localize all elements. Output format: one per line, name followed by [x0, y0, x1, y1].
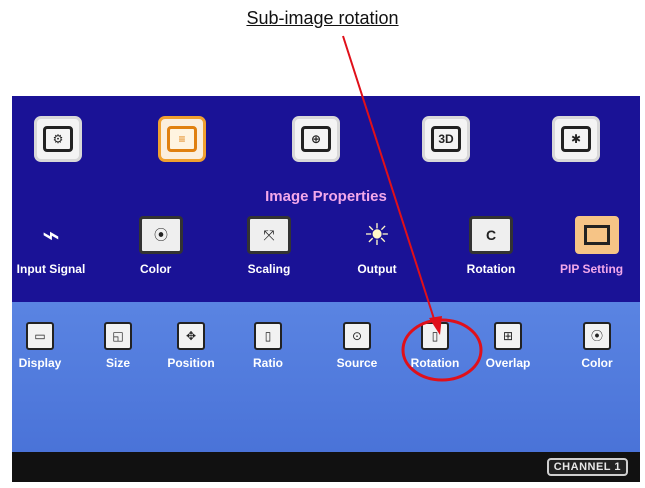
status-bar: CHANNEL 1	[12, 452, 640, 482]
category-pip-setting[interactable]: PIP Setting	[552, 216, 640, 276]
globe-icon[interactable]: ⊕	[292, 116, 340, 162]
submenu-rotation[interactable]: ▯ Rotation	[399, 322, 471, 370]
submenu-label: Ratio	[253, 356, 283, 370]
category-label: Input Signal	[16, 262, 86, 276]
category-color[interactable]: ⦿ Color	[116, 216, 206, 276]
gear-icon[interactable]: ✱	[552, 116, 600, 162]
category-label: Output	[357, 262, 397, 276]
submenu-color[interactable]: ⦿ Color	[561, 322, 633, 370]
top-menu: ⚙ ≡ ⊕ 3D ✱	[12, 116, 640, 176]
submenu-label: Source	[336, 356, 378, 370]
rotation-icon: C	[469, 216, 513, 254]
submenu-ratio[interactable]: ▯ Ratio	[232, 322, 304, 370]
category-label: Rotation	[466, 262, 516, 276]
category-label: Scaling	[247, 262, 291, 276]
pip-window-icon	[575, 216, 619, 254]
submenu-label: Overlap	[485, 356, 531, 370]
channel-indicator: CHANNEL 1	[546, 458, 628, 476]
category-output[interactable]: ☀ Output	[332, 216, 422, 277]
submenu-display[interactable]: ▭ Display	[12, 322, 76, 370]
category-label: Color	[140, 262, 172, 276]
size-icon: ◱	[104, 322, 132, 350]
annotation-caption: Sub-image rotation	[246, 8, 399, 28]
pip-submenu: ▭ Display ◱ Size ✥ Position ▯ Ratio ⊙ So…	[12, 302, 640, 452]
submenu-label: Color	[581, 356, 613, 370]
slider-bars-icon[interactable]: ≡	[158, 116, 206, 162]
submenu-size[interactable]: ◱ Size	[82, 322, 154, 370]
category-label: PIP Setting	[560, 262, 624, 276]
submenu-label: Rotation	[410, 356, 460, 370]
color-dots-icon: ⦿	[139, 216, 183, 254]
osd-screen: ⚙ ≡ ⊕ 3D ✱ Image Properties ⌁ Input Sign…	[12, 96, 640, 482]
position-icon: ✥	[177, 322, 205, 350]
3d-cube-icon[interactable]: 3D	[422, 116, 470, 162]
submenu-label: Size	[105, 356, 130, 370]
submenu-label: Position	[167, 356, 215, 370]
output-sun-icon: ☀	[363, 218, 391, 252]
category-rotation[interactable]: C Rotation	[446, 216, 536, 276]
category-row: ⌁ Input Signal ⦿ Color ⤧ Scaling ☀ Outpu…	[12, 216, 640, 296]
overlap-icon: ⊞	[494, 322, 522, 350]
sub-rotation-icon: ▯	[421, 322, 449, 350]
display-icon: ▭	[26, 322, 54, 350]
submenu-label: Display	[18, 356, 62, 370]
submenu-position[interactable]: ✥ Position	[155, 322, 227, 370]
sub-color-icon: ⦿	[583, 322, 611, 350]
usb-plug-icon: ⌁	[41, 218, 61, 252]
category-scaling[interactable]: ⤧ Scaling	[224, 216, 314, 276]
palette-icon[interactable]: ⚙	[34, 116, 82, 162]
submenu-overlap[interactable]: ⊞ Overlap	[472, 322, 544, 370]
scaling-arrows-icon: ⤧	[247, 216, 291, 254]
section-title: Image Properties	[265, 188, 387, 205]
source-icon: ⊙	[343, 322, 371, 350]
category-input-signal[interactable]: ⌁ Input Signal	[12, 216, 96, 277]
ratio-icon: ▯	[254, 322, 282, 350]
submenu-source[interactable]: ⊙ Source	[321, 322, 393, 370]
